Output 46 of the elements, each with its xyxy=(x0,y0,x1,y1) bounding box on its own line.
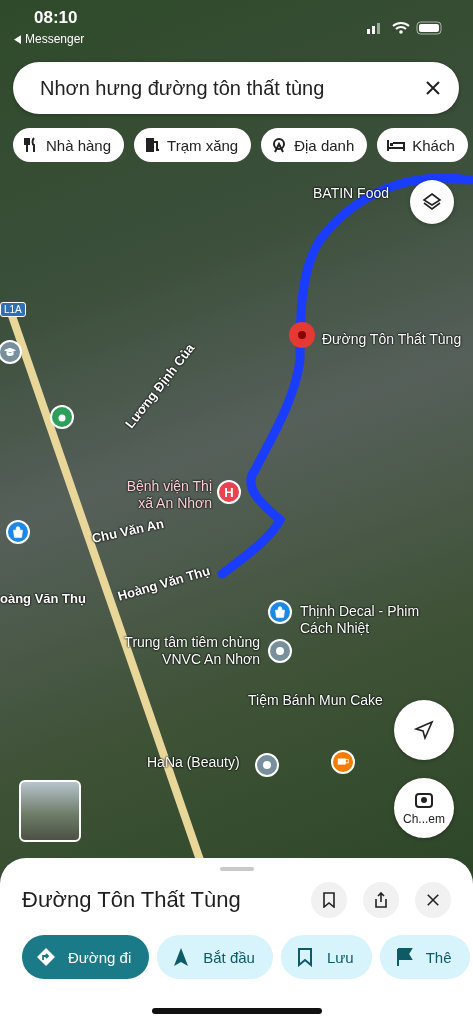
action-button[interactable]: Thê xyxy=(379,935,470,979)
share-button[interactable] xyxy=(363,882,399,918)
action-button[interactable]: Lưu xyxy=(280,935,372,979)
bookmark-icon xyxy=(321,892,337,908)
search-field[interactable]: Nhơn hưng đường tôn thất tùng xyxy=(13,62,459,114)
map-pin-icon[interactable]: H xyxy=(217,480,241,504)
back-triangle-icon xyxy=(14,34,21,44)
map-label: Tiệm Bánh Mun Cake xyxy=(248,692,383,709)
fuel-pump-icon xyxy=(144,137,161,153)
street-view-thumbnail[interactable] xyxy=(19,780,81,842)
place-title: Đường Tôn Thất Tùng xyxy=(22,887,242,913)
map-pin-icon[interactable] xyxy=(268,639,292,663)
turn-arrow-icon xyxy=(36,947,56,967)
category-chip[interactable]: Khách xyxy=(377,128,468,162)
category-chip[interactable]: Trạm xăng xyxy=(134,128,252,162)
map-pin-icon[interactable] xyxy=(268,600,292,624)
map-label: oàng Văn Thụ xyxy=(0,590,86,607)
map-label: Hoàng Văn Thụ xyxy=(115,562,212,605)
share-icon xyxy=(373,892,389,908)
navigation-arrow-icon xyxy=(414,720,434,740)
map-pin-icon[interactable] xyxy=(6,520,30,544)
category-chip[interactable]: Địa danh xyxy=(261,128,368,162)
map-label: Thịnh Decal - Phim Cách Nhiệt xyxy=(300,603,420,637)
close-button[interactable] xyxy=(415,882,451,918)
map-pin-icon[interactable] xyxy=(50,405,74,429)
action-button[interactable]: Đường đi xyxy=(22,935,150,979)
bookmark-button[interactable] xyxy=(311,882,347,918)
signal-wifi-battery-icon xyxy=(365,20,445,36)
map-pin-icon[interactable] xyxy=(255,753,279,777)
close-icon[interactable] xyxy=(425,80,441,96)
map-label: Bệnh viện Thị xã An Nhơn xyxy=(125,478,212,512)
close-icon xyxy=(426,893,440,907)
map-pin-icon[interactable] xyxy=(331,750,355,774)
category-chip[interactable]: Nhà hàng xyxy=(13,128,125,162)
bed-icon xyxy=(387,137,406,153)
map-label: Chu Văn An xyxy=(90,514,166,547)
ferris-wheel-icon xyxy=(271,137,288,153)
action-button[interactable]: Bắt đầu xyxy=(157,935,273,979)
map-pin-icon[interactable] xyxy=(0,340,22,364)
drag-handle[interactable] xyxy=(219,867,254,871)
map-label: Đường Tôn Thất Tùng xyxy=(322,331,462,348)
camera-lens-icon xyxy=(414,790,434,810)
layers-icon xyxy=(422,192,442,212)
road-shield: L1A xyxy=(0,302,26,317)
status-time: 08:10 xyxy=(33,8,78,28)
back-to-app-link[interactable]: Messenger xyxy=(14,32,85,46)
